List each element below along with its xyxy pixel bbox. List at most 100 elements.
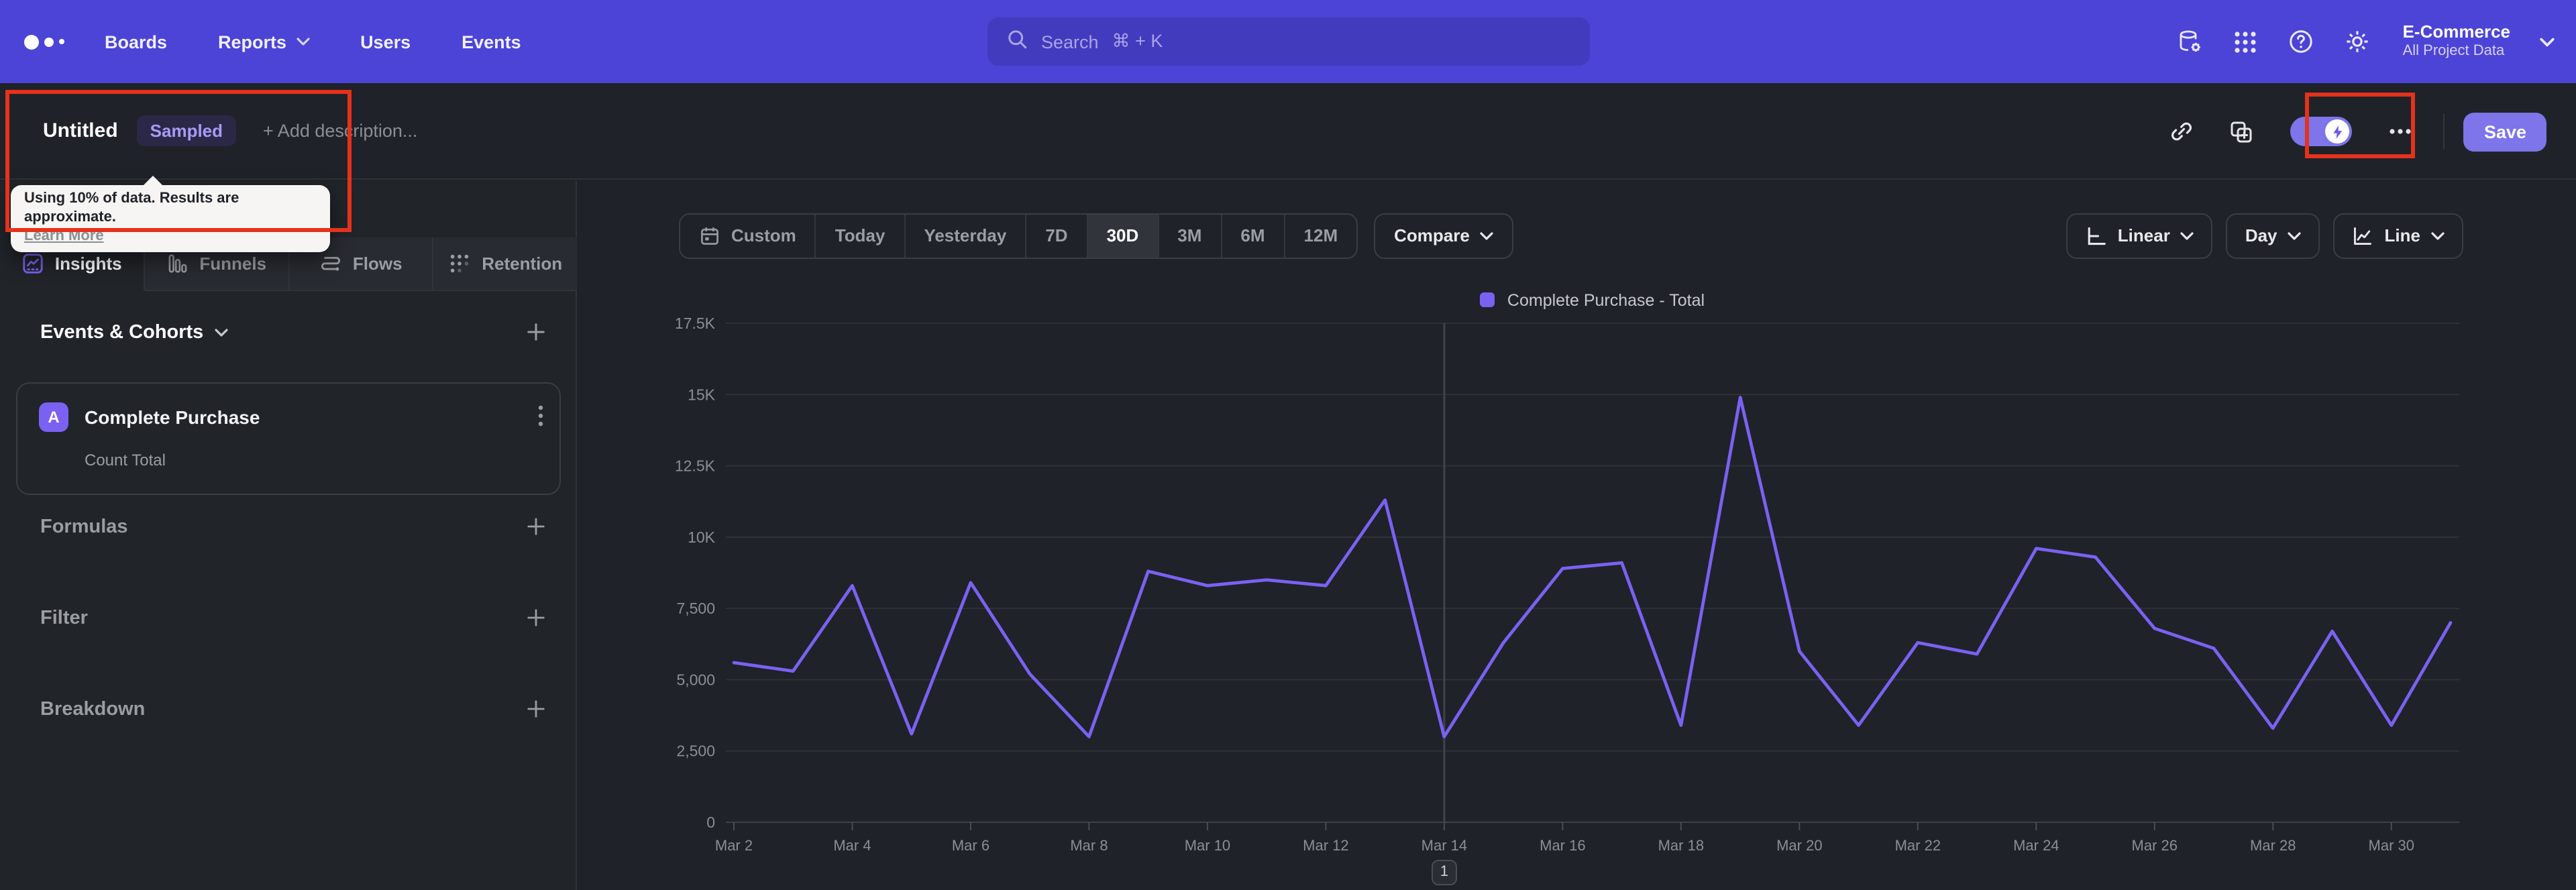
chevron-down-icon bbox=[2540, 37, 2555, 46]
search-input[interactable]: Search ⌘ + K bbox=[987, 17, 1590, 66]
section-breakdown: Breakdown bbox=[40, 698, 546, 720]
x-tick-label: Mar 16 bbox=[1540, 836, 1585, 853]
tab-label: Retention bbox=[482, 253, 563, 273]
more-ellipsis-icon[interactable] bbox=[2371, 127, 2430, 135]
y-tick-label: 0 bbox=[706, 813, 715, 830]
chart-panel: Custom Today Yesterday 7D 30D 3M 6M 12M Compare… bbox=[578, 180, 2576, 890]
x-tick-label: Mar 20 bbox=[1776, 836, 1822, 853]
report-title[interactable]: Untitled bbox=[43, 119, 118, 142]
search-placeholder: Search bbox=[1041, 32, 1099, 52]
add-breakdown-button[interactable] bbox=[526, 699, 546, 719]
mixpanel-logo-icon[interactable] bbox=[24, 34, 64, 49]
project-scope: All Project Data bbox=[2402, 43, 2505, 60]
x-tick-label: Mar 18 bbox=[1658, 836, 1704, 853]
funnels-icon bbox=[168, 254, 186, 272]
annotation-marker[interactable]: 1 bbox=[1431, 859, 1457, 885]
x-tick-label: Mar 22 bbox=[1895, 836, 1941, 853]
y-tick-label: 7,500 bbox=[676, 599, 715, 616]
header-actions: Save bbox=[2153, 83, 2546, 180]
add-description[interactable]: + Add description... bbox=[263, 121, 417, 141]
tab-retention[interactable]: Retention bbox=[433, 237, 577, 290]
tooltip-arrow bbox=[142, 176, 164, 186]
settings-gear-icon[interactable] bbox=[2344, 28, 2371, 55]
divider bbox=[2443, 114, 2445, 149]
x-tick-label: Mar 30 bbox=[2369, 836, 2414, 853]
y-tick-label: 5,000 bbox=[676, 670, 715, 687]
help-icon[interactable] bbox=[2288, 28, 2314, 55]
x-tick-label: Mar 28 bbox=[2250, 836, 2296, 853]
section-label: Breakdown bbox=[40, 698, 146, 720]
event-title: Complete Purchase bbox=[85, 406, 260, 427]
sidebar: Insights Funnels Flows Retention Events & C… bbox=[0, 180, 577, 890]
section-filter: Filter bbox=[40, 607, 546, 628]
chevron-down-icon bbox=[296, 38, 309, 46]
nav-item-label: Reports bbox=[218, 32, 287, 52]
nav-item-users[interactable]: Users bbox=[360, 32, 411, 52]
project-switcher[interactable]: E-Commerce All Project Data bbox=[2403, 21, 2510, 62]
add-formulas-button[interactable] bbox=[526, 516, 546, 537]
event-aggregation[interactable]: Count Total bbox=[85, 450, 166, 469]
retention-icon bbox=[451, 254, 469, 272]
x-tick-label: Mar 6 bbox=[952, 836, 989, 853]
nav-item-reports[interactable]: Reports bbox=[218, 32, 309, 52]
x-tick-label: Mar 4 bbox=[833, 836, 871, 853]
apps-grid-icon[interactable] bbox=[2233, 29, 2258, 54]
search-shortcut: ⌘ + K bbox=[1112, 31, 1163, 51]
nav-item-label: Events bbox=[462, 32, 521, 52]
chevron-down-icon bbox=[214, 328, 227, 336]
link-icon[interactable] bbox=[2153, 119, 2212, 144]
sampled-badge[interactable]: Sampled bbox=[136, 115, 237, 146]
add-filter-button[interactable] bbox=[526, 608, 546, 628]
x-tick-label: Mar 12 bbox=[1303, 836, 1348, 853]
learn-more-link[interactable]: Learn More bbox=[24, 227, 104, 243]
x-tick-label: Mar 10 bbox=[1185, 836, 1230, 853]
x-tick-label: Mar 2 bbox=[715, 836, 753, 853]
event-card[interactable]: A Complete Purchase Count Total bbox=[16, 382, 561, 494]
nav-right: E-Commerce All Project Data bbox=[2176, 0, 2555, 83]
add-to-board-icon[interactable] bbox=[2212, 119, 2272, 144]
nav-item-events[interactable]: Events bbox=[462, 32, 521, 52]
line-chart: 0 2,500 5,000 7,500 10K 12.5K 15K 17.5K Mar 2 Mar… bbox=[675, 314, 2459, 853]
series-line bbox=[732, 395, 2453, 738]
event-kebab-menu-icon[interactable] bbox=[538, 404, 543, 433]
nav-item-label: Users bbox=[360, 32, 411, 52]
x-tick-label: Mar 8 bbox=[1070, 836, 1108, 853]
plus-icon bbox=[527, 609, 545, 626]
nav-items: Boards Reports Users Events bbox=[105, 32, 521, 52]
nav-item-boards[interactable]: Boards bbox=[105, 32, 167, 52]
x-tick-label: Mar 26 bbox=[2132, 836, 2178, 853]
events-cohorts-toggle[interactable]: Events & Cohorts bbox=[40, 321, 227, 343]
save-button[interactable]: Save bbox=[2463, 112, 2546, 151]
mixpanel-insights-app: Boards Reports Users Events Search ⌘ + K bbox=[0, 0, 2576, 890]
nav-item-label: Boards bbox=[105, 32, 168, 52]
sampling-lightning-toggle[interactable] bbox=[2290, 117, 2353, 146]
y-tick-label: 12.5K bbox=[675, 457, 716, 474]
project-name: E-Commerce bbox=[2402, 21, 2510, 42]
add-event-button[interactable] bbox=[526, 322, 546, 342]
tab-label: Funnels bbox=[199, 253, 267, 273]
section-label: Formulas bbox=[40, 516, 128, 537]
y-tick-label: 15K bbox=[688, 385, 716, 402]
top-nav: Boards Reports Users Events Search ⌘ + K bbox=[0, 0, 2576, 83]
x-tick-label: Mar 14 bbox=[1421, 836, 1467, 853]
insights-icon bbox=[23, 253, 43, 273]
section-formulas: Formulas bbox=[40, 516, 546, 537]
plus-icon bbox=[527, 700, 545, 718]
tab-label: Flows bbox=[352, 253, 402, 273]
y-tick-label: 17.5K bbox=[675, 314, 716, 331]
sampling-tooltip: Using 10% of data. Results are approxima… bbox=[11, 176, 330, 253]
tab-label: Insights bbox=[54, 253, 122, 273]
events-cohorts-header: Events & Cohorts bbox=[40, 321, 546, 343]
section-label: Filter bbox=[40, 607, 88, 628]
report-header: Untitled Sampled + Add description... Sa… bbox=[0, 83, 2576, 180]
search-icon bbox=[1006, 27, 1028, 56]
x-tick-label: Mar 24 bbox=[2013, 836, 2059, 853]
flows-icon bbox=[321, 256, 340, 270]
toggle-knob bbox=[2325, 119, 2350, 144]
data-gear-icon[interactable] bbox=[2176, 28, 2203, 55]
plus-icon bbox=[527, 518, 545, 535]
lightning-bolt-icon bbox=[2333, 125, 2343, 138]
tooltip-text: Using 10% of data. Results are approxima… bbox=[24, 190, 239, 225]
event-letter-badge: A bbox=[39, 402, 68, 431]
y-tick-label: 2,500 bbox=[676, 742, 715, 759]
